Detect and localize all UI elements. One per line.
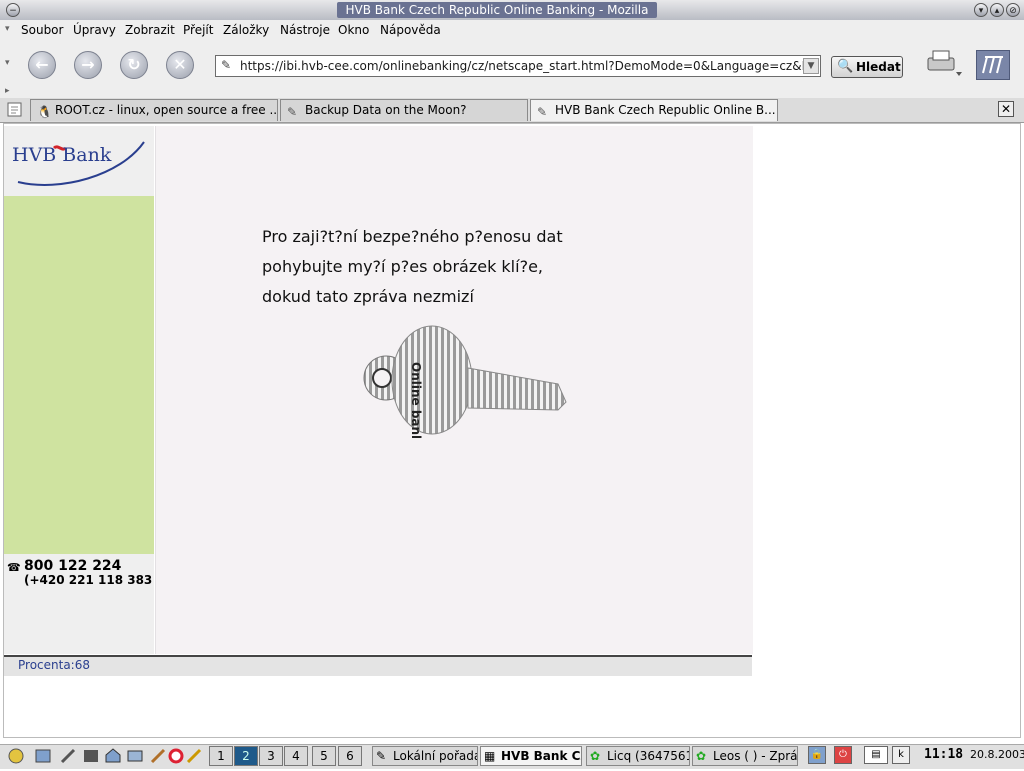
window-menu-icon[interactable]: − (6, 3, 20, 17)
phone-number-intl: (+420 221 118 383 (24, 573, 153, 587)
menu-panel (4, 196, 154, 554)
workspace-1[interactable]: 1 (209, 746, 233, 766)
workspace-4[interactable]: 4 (284, 746, 308, 766)
menu-zalozky[interactable]: Záložky (223, 23, 269, 37)
lifebuoy-icon (168, 748, 184, 764)
key-icon: Online banking (363, 325, 567, 464)
tab-label: ROOT.cz - linux, open source a free ... (55, 103, 278, 117)
toolbar-grip-icon[interactable]: ▾ (5, 58, 10, 68)
security-message-line-1: Pro zaji?t?ní bezpe?ného p?enosu dat (262, 227, 563, 246)
quick-launch (4, 746, 204, 766)
maximize-icon[interactable]: ▴ (990, 3, 1004, 17)
date: 20.8.2003 (970, 748, 1024, 761)
new-tab-icon[interactable] (6, 101, 24, 118)
lock-icon[interactable]: 🔒 (808, 746, 826, 764)
security-message-line-3: dokud tato zpráva nezmizí (262, 287, 474, 306)
workspace-3[interactable]: 3 (259, 746, 283, 766)
tools-icon (35, 749, 51, 763)
us-flag-icon[interactable]: ▤ (864, 746, 888, 764)
page-icon: ✎ (287, 105, 298, 119)
url-history-dropdown-icon[interactable]: ▼ (803, 58, 819, 74)
key-label: Online banking (409, 362, 423, 438)
status-bar: Procenta:68 (4, 655, 752, 676)
minimize-icon[interactable]: ▾ (974, 3, 988, 17)
task-label: Leos ( ) - Zprá (713, 749, 798, 763)
url-bar[interactable]: ✎ https://ibi.hvb-cee.com/onlinebanking/… (215, 55, 821, 77)
window-title: HVB Bank Czech Republic Online Banking -… (337, 2, 657, 18)
editor-icon (150, 748, 166, 764)
menu-napoveda[interactable]: Nápověda (380, 23, 441, 37)
collapse-grip-icon[interactable]: ▾ (5, 24, 10, 34)
printer-icon (927, 50, 962, 76)
task-mozilla[interactable]: ▦ HVB Bank Cz (480, 746, 582, 766)
tux-icon: 🐧 (37, 105, 52, 119)
hvb-logo[interactable]: HVB Bank (10, 136, 150, 190)
phone-icon: ☎ (7, 561, 21, 574)
tab-backup[interactable]: ✎ Backup Data on the Moon? (280, 99, 528, 121)
page-icon: ✎ (537, 105, 548, 119)
stop-button[interactable]: ✕ (166, 51, 194, 79)
tab-label: Backup Data on the Moon? (305, 103, 467, 117)
folder-icon: ✎ (376, 749, 387, 763)
menu-zobrazit[interactable]: Zobrazit (125, 23, 175, 37)
browser-icon: ▦ (484, 749, 496, 763)
menu-bar: ▾ Soubor Úpravy Zobrazit Přejít Záložky … (0, 20, 1024, 42)
search-button-label: Hledat (856, 60, 901, 74)
menu-okno[interactable]: Okno (338, 23, 369, 37)
tab-root[interactable]: 🐧 ROOT.cz - linux, open source a free ..… (30, 99, 278, 121)
task-file-manager[interactable]: ✎ Lokální pořadač (372, 746, 478, 766)
clock[interactable]: 11:18 (924, 746, 968, 766)
window-title-bar: − HVB Bank Czech Republic Online Banking… (0, 0, 1024, 21)
workspace-5[interactable]: 5 (312, 746, 336, 766)
logo-text: HVB Bank (12, 144, 112, 166)
close-tab-icon[interactable]: ✕ (998, 101, 1014, 117)
magnifier-icon: 🔍 (837, 59, 854, 74)
task-licq[interactable]: ✿ Licq (3647561 (586, 746, 690, 766)
security-key-image[interactable]: Online banking (360, 322, 572, 464)
page-proxy-icon[interactable]: ✎ (221, 58, 231, 72)
mozilla-throbber-icon[interactable] (976, 50, 1010, 80)
menu-prejit[interactable]: Přejít (183, 23, 213, 37)
task-leos-message[interactable]: ✿ Leos ( ) - Zprá (692, 746, 798, 766)
task-label: HVB Bank Cz (501, 749, 582, 763)
workspace-6[interactable]: 6 (338, 746, 362, 766)
menu-nastroje[interactable]: Nástroje (280, 23, 330, 37)
flower-icon: ✿ (696, 749, 707, 763)
app-launcher-icon (8, 748, 24, 764)
close-window-icon[interactable]: ⊘ (1006, 3, 1020, 17)
flower-icon: ✿ (590, 749, 601, 763)
forward-button[interactable]: → (74, 51, 102, 79)
status-text: Procenta:68 (18, 658, 90, 672)
pencil-icon (186, 748, 202, 764)
menu-soubor[interactable]: Soubor (21, 23, 63, 37)
search-button[interactable]: 🔍 Hledat (831, 56, 903, 78)
wrench-icon (60, 748, 76, 764)
security-message-line-2: pohybujte my?í p?es obrázek klí?e, (262, 257, 543, 276)
back-button[interactable]: ← (28, 51, 56, 79)
home-icon (105, 748, 121, 763)
tab-bar: 🐧 ROOT.cz - linux, open source a free ..… (0, 98, 1024, 123)
terminal-icon (84, 750, 98, 762)
url-input[interactable]: https://ibi.hvb-cee.com/onlinebanking/cz… (240, 59, 805, 73)
toolbar-grip-icon[interactable]: ▸ (5, 86, 10, 96)
klipper-icon[interactable]: k (892, 746, 910, 764)
print-button[interactable] (924, 48, 964, 80)
tab-label: HVB Bank Czech Republic Online B... (555, 103, 776, 117)
reload-button[interactable]: ↻ (120, 51, 148, 79)
task-label: Licq (3647561 (607, 749, 690, 763)
tab-hvb[interactable]: ✎ HVB Bank Czech Republic Online B... (530, 99, 778, 121)
power-icon[interactable]: ⏻ (834, 746, 852, 764)
phone-number: 800 122 224 (24, 558, 122, 574)
menu-upravy[interactable]: Úpravy (73, 23, 116, 37)
task-label: Lokální pořadač (393, 749, 477, 763)
workspace-2[interactable]: 2 (234, 746, 258, 766)
network-icon (127, 750, 143, 762)
